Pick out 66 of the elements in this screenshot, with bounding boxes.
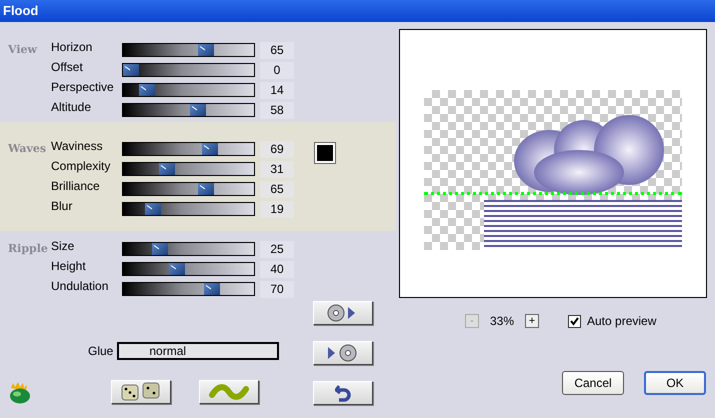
value-field[interactable]: 65 <box>260 42 294 58</box>
slider-label: Waviness <box>51 139 104 155</box>
reset-button[interactable] <box>313 381 373 405</box>
slider-track[interactable] <box>122 63 255 77</box>
slider-label: Offset <box>51 60 84 76</box>
slider-label: Perspective <box>51 80 115 96</box>
slider-thumb[interactable] <box>204 283 220 295</box>
slider-label: Undulation <box>51 279 110 295</box>
value-field[interactable]: 19 <box>260 200 294 218</box>
slider-track[interactable] <box>122 282 255 296</box>
slider-label: Size <box>51 239 76 255</box>
slider-thumb[interactable] <box>152 243 168 255</box>
value-field[interactable]: 70 <box>260 280 294 298</box>
glue-label: Glue <box>88 344 114 358</box>
slider-thumb[interactable] <box>190 104 206 116</box>
slider-thumb[interactable] <box>198 44 214 56</box>
slider-track[interactable] <box>122 103 255 117</box>
slider-track[interactable] <box>122 43 255 57</box>
save-button[interactable] <box>313 341 373 365</box>
value-field[interactable]: 25 <box>260 240 294 258</box>
section-title: View <box>7 42 38 58</box>
zoom-value: 33% <box>488 314 516 328</box>
slider-track[interactable] <box>122 242 255 256</box>
slider-label: Horizon <box>51 40 94 56</box>
slider-track[interactable] <box>122 83 255 97</box>
value-field[interactable]: 31 <box>260 160 294 178</box>
slider-thumb[interactable] <box>202 143 218 155</box>
undo-arrow-icon <box>335 384 351 402</box>
slider-track[interactable] <box>122 202 255 216</box>
dice-icon <box>121 382 161 402</box>
slider-track[interactable] <box>122 182 255 196</box>
section-title: Waves <box>6 141 46 157</box>
dialog-button[interactable]: Cancel <box>562 371 624 395</box>
slider-label: Blur <box>51 199 74 215</box>
section-title: Ripple <box>7 241 46 257</box>
value-field[interactable]: 65 <box>260 180 294 198</box>
dialog-button[interactable]: OK <box>644 371 706 395</box>
slider-thumb[interactable] <box>123 64 139 76</box>
slider-thumb[interactable] <box>169 263 185 275</box>
slider-thumb[interactable] <box>139 84 156 96</box>
value-field[interactable]: 69 <box>260 140 294 158</box>
slider-thumb[interactable] <box>198 183 214 195</box>
zoom-in-button[interactable]: + <box>525 314 539 328</box>
slider-track[interactable] <box>122 262 255 276</box>
color-swatch[interactable] <box>315 143 335 163</box>
slider-thumb[interactable] <box>158 163 175 175</box>
value-field[interactable]: 0 <box>260 62 294 78</box>
glue-dropdown[interactable]: normal <box>117 342 280 360</box>
value-field[interactable]: 14 <box>260 82 294 98</box>
checkbox-label: Auto preview <box>587 314 656 328</box>
slider-label: Altitude <box>51 100 92 116</box>
wave-button[interactable] <box>199 380 259 404</box>
slider-label: Height <box>51 259 87 275</box>
slider-track[interactable] <box>122 162 255 176</box>
slider-thumb[interactable] <box>144 203 161 215</box>
slider-track[interactable] <box>122 142 255 156</box>
dice-button[interactable] <box>111 380 171 404</box>
checkbox[interactable] <box>568 314 581 328</box>
paw-logo-icon <box>8 382 32 404</box>
window-title: Flood <box>0 0 715 22</box>
value-field[interactable]: 58 <box>260 102 294 118</box>
wave-icon <box>209 382 249 402</box>
slider-label: Complexity <box>51 159 112 175</box>
load-button[interactable] <box>313 301 373 325</box>
slider-label: Brilliance <box>51 179 101 195</box>
value-field[interactable]: 40 <box>260 260 294 278</box>
